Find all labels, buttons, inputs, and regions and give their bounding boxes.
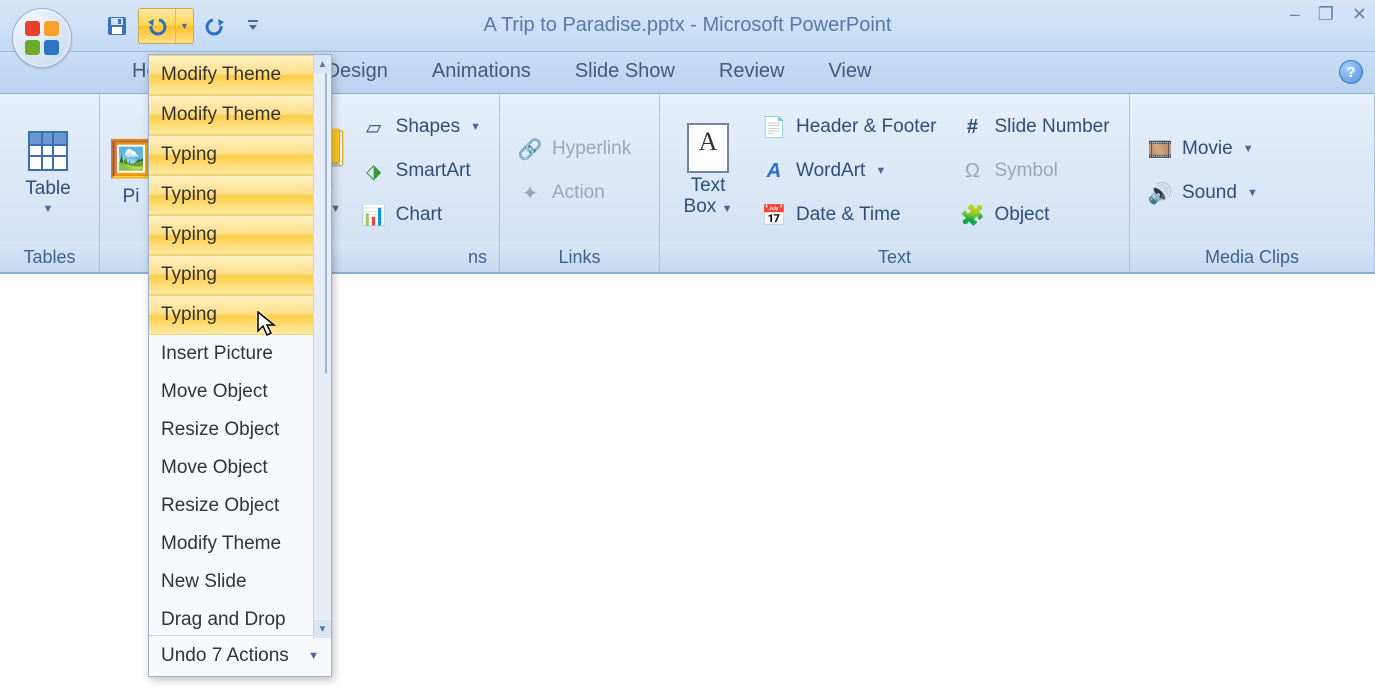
header-footer-icon: 📄 <box>762 115 786 139</box>
undo-history-item[interactable]: Move Object <box>149 449 313 487</box>
undo-history-item[interactable]: Drag and Drop <box>149 601 313 635</box>
slide-number-icon: # <box>960 115 984 139</box>
group-links: 🔗Hyperlink ✦Action Links <box>500 94 660 272</box>
wordart-button[interactable]: AWordArt ▼ <box>752 150 946 192</box>
undo-history-item[interactable]: Resize Object <box>149 487 313 525</box>
redo-button[interactable] <box>198 9 232 43</box>
object-icon: 🧩 <box>960 203 984 227</box>
office-button[interactable] <box>12 8 72 68</box>
chevron-down-icon: ▼ <box>308 650 319 662</box>
undo-dropdown-arrow[interactable]: ▼ <box>175 9 193 43</box>
tab-animations[interactable]: Animations <box>410 52 553 93</box>
group-tables: Table ▼ Tables <box>0 94 100 272</box>
text-box-icon: A <box>687 123 729 173</box>
undo-history-item[interactable]: Typing <box>149 215 313 255</box>
tab-view[interactable]: View <box>806 52 893 93</box>
undo-history-item[interactable]: Insert Picture <box>149 335 313 373</box>
shapes-icon: ▱ <box>362 115 386 139</box>
header-footer-button[interactable]: 📄Header & Footer <box>752 106 946 148</box>
group-label-links: Links <box>500 242 659 272</box>
shapes-button[interactable]: ▱Shapes ▼ <box>352 106 491 148</box>
undo-history-item[interactable]: Typing <box>149 175 313 215</box>
save-icon <box>106 15 128 37</box>
text-box-button[interactable]: A TextBox ▼ <box>668 107 748 235</box>
action-icon: ✦ <box>518 181 542 205</box>
help-icon[interactable]: ? <box>1339 60 1363 84</box>
object-button[interactable]: 🧩Object <box>950 194 1119 236</box>
sound-button[interactable]: 🔊Sound ▼ <box>1138 172 1268 214</box>
action-button[interactable]: ✦Action <box>508 172 641 214</box>
group-label-tables: Tables <box>0 242 99 272</box>
smartart-button[interactable]: ⬗SmartArt <box>352 150 491 192</box>
undo-history-item[interactable]: Modify Theme <box>149 95 313 135</box>
scroll-down-button[interactable]: ▼ <box>314 620 331 638</box>
symbol-button[interactable]: ΩSymbol <box>950 150 1119 192</box>
redo-icon <box>203 16 227 36</box>
date-time-button[interactable]: 📅Date & Time <box>752 194 946 236</box>
undo-scrollbar[interactable]: ▲ ▼ <box>313 55 331 638</box>
group-text: A TextBox ▼ 📄Header & Footer AWordArt ▼ … <box>660 94 1130 272</box>
symbol-icon: Ω <box>960 159 984 183</box>
sound-icon: 🔊 <box>1148 181 1172 205</box>
quick-access-toolbar: ▼ <box>100 0 260 51</box>
chevron-down-icon: ▼ <box>43 203 54 215</box>
undo-history-item[interactable]: Modify Theme <box>149 55 313 95</box>
undo-history-item[interactable]: New Slide <box>149 563 313 601</box>
undo-icon <box>145 16 169 36</box>
undo-history-item[interactable]: Typing <box>149 255 313 295</box>
date-time-icon: 📅 <box>762 203 786 227</box>
window-controls: – ❐ ✕ <box>1290 4 1367 25</box>
undo-history-list: Modify ThemeModify ThemeTypingTypingTypi… <box>149 55 331 635</box>
save-button[interactable] <box>100 9 134 43</box>
undo-history-item[interactable]: Typing <box>149 295 313 335</box>
undo-history-item[interactable]: Move Object <box>149 373 313 411</box>
slide-number-button[interactable]: #Slide Number <box>950 106 1119 148</box>
chart-button[interactable]: 📊Chart <box>352 194 491 236</box>
hyperlink-button[interactable]: 🔗Hyperlink <box>508 128 641 170</box>
undo-history-item[interactable]: Typing <box>149 135 313 175</box>
tab-slideshow[interactable]: Slide Show <box>553 52 697 93</box>
hyperlink-icon: 🔗 <box>518 137 542 161</box>
title-bar: ▼ A Trip to Paradise.pptx - Microsoft Po… <box>0 0 1375 52</box>
group-media-clips: 🎞️Movie ▼ 🔊Sound ▼ Media Clips <box>1130 94 1375 272</box>
tab-review[interactable]: Review <box>697 52 807 93</box>
undo-split-button[interactable]: ▼ <box>138 8 194 44</box>
chart-icon: 📊 <box>362 203 386 227</box>
undo-history-item[interactable]: Modify Theme <box>149 525 313 563</box>
undo-summary-footer[interactable]: Undo 7 Actions ▼ <box>149 635 331 676</box>
table-button[interactable]: Table ▼ <box>8 107 88 235</box>
undo-history-item[interactable]: Resize Object <box>149 411 313 449</box>
group-label-text: Text <box>660 242 1129 272</box>
group-label-media: Media Clips <box>1130 242 1374 272</box>
scroll-thumb[interactable] <box>325 73 327 374</box>
movie-button[interactable]: 🎞️Movie ▼ <box>1138 128 1268 170</box>
table-icon <box>28 131 68 171</box>
wordart-icon: A <box>762 159 786 183</box>
close-button[interactable]: ✕ <box>1352 4 1367 25</box>
scroll-up-button[interactable]: ▲ <box>314 55 331 73</box>
movie-icon: 🎞️ <box>1148 137 1172 161</box>
minimize-button[interactable]: – <box>1290 4 1300 25</box>
qat-customize-arrow[interactable] <box>246 9 260 43</box>
office-logo-icon <box>25 21 59 55</box>
undo-history-dropdown: Modify ThemeModify ThemeTypingTypingTypi… <box>148 54 332 677</box>
smartart-icon: ⬗ <box>362 159 386 183</box>
restore-button[interactable]: ❐ <box>1318 4 1334 25</box>
undo-button[interactable] <box>139 9 175 43</box>
